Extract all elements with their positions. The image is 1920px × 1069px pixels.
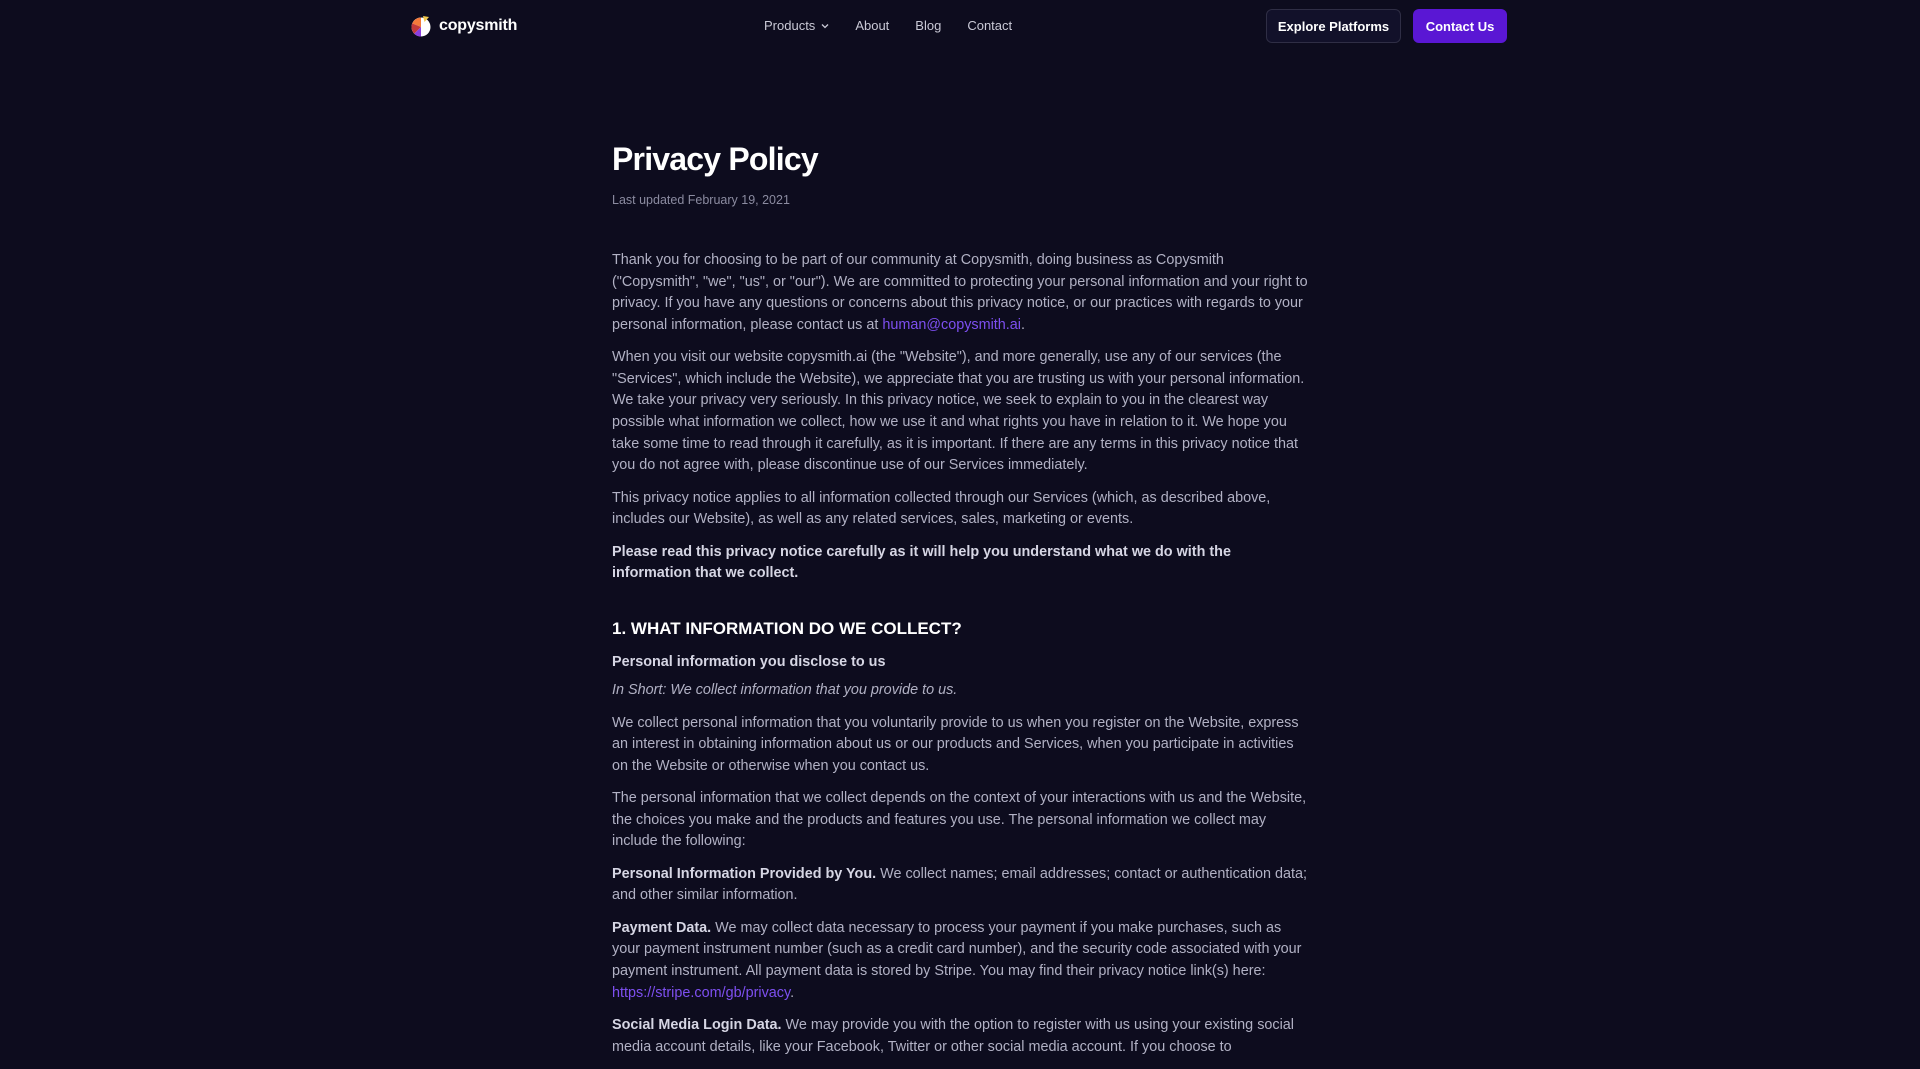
copysmith-logo[interactable]: copysmith xyxy=(410,14,517,38)
read-carefully-paragraph: Please read this privacy notice carefull… xyxy=(612,543,1231,582)
nav-contact[interactable]: Contact xyxy=(967,16,1012,36)
nav-contact-label: Contact xyxy=(967,18,1013,33)
payment-data-paragraph: Payment Data. We may collect data necess… xyxy=(612,919,1302,1001)
logo-text: copysmith xyxy=(439,17,518,34)
nav-about[interactable]: About xyxy=(855,16,889,36)
personal-info-subheading: Personal information you disclose to us xyxy=(612,653,886,670)
nav-blog-label: Blog xyxy=(915,18,942,33)
privacy-policy-content: Privacy Policy Last updated February 19,… xyxy=(612,138,1310,1069)
chevron-down-icon xyxy=(821,24,829,29)
social-login-label: Social Media Login Data. xyxy=(612,1017,782,1033)
provided-by-you-label: Personal Information Provided by You. xyxy=(612,865,877,882)
nav-products-label: Products xyxy=(764,18,816,33)
social-login-paragraph: Social Media Login Data. We may provide … xyxy=(612,1015,1310,1058)
provided-by-you-paragraph: Personal Information Provided by You. We… xyxy=(612,864,1310,907)
intro-paragraph: Thank you for choosing to be part of our… xyxy=(612,252,1308,333)
payment-data-text: We may collect data necessary to process… xyxy=(612,919,1302,980)
context-paragraph: The personal information that we collect… xyxy=(612,790,1307,850)
in-short-text: In Short: We collect information that yo… xyxy=(612,682,958,699)
page-title: Privacy Policy xyxy=(612,141,819,177)
section-1-heading: 1. WHAT INFORMATION DO WE COLLECT? xyxy=(612,618,962,638)
website-paragraph: When you visit our website copysmith.ai … xyxy=(612,349,1305,474)
explore-platforms-button[interactable]: Explore Platforms xyxy=(1266,9,1401,43)
main-nav: Products About Blog Contact xyxy=(764,16,1012,36)
collect-paragraph: We collect personal information that you… xyxy=(612,714,1299,774)
contact-us-button[interactable]: Contact Us xyxy=(1413,9,1507,43)
nav-products[interactable]: Products xyxy=(764,16,829,36)
payment-data-label: Payment Data. xyxy=(612,919,712,936)
scope-paragraph: This privacy notice applies to all infor… xyxy=(612,489,1271,528)
policy-body: Thank you for choosing to be part of our… xyxy=(612,250,1310,1058)
last-updated-text: Last updated February 19, 2021 xyxy=(612,193,790,207)
contact-email-link[interactable]: human@copysmith.ai xyxy=(882,317,1021,333)
copysmith-logo-icon xyxy=(411,16,431,37)
stripe-privacy-link[interactable]: https://stripe.com/gb/privacy xyxy=(612,985,790,1001)
nav-about-label: About xyxy=(855,18,890,33)
nav-blog[interactable]: Blog xyxy=(915,16,941,36)
site-header: copysmith Products About Blog Contact Ex… xyxy=(0,0,1920,52)
